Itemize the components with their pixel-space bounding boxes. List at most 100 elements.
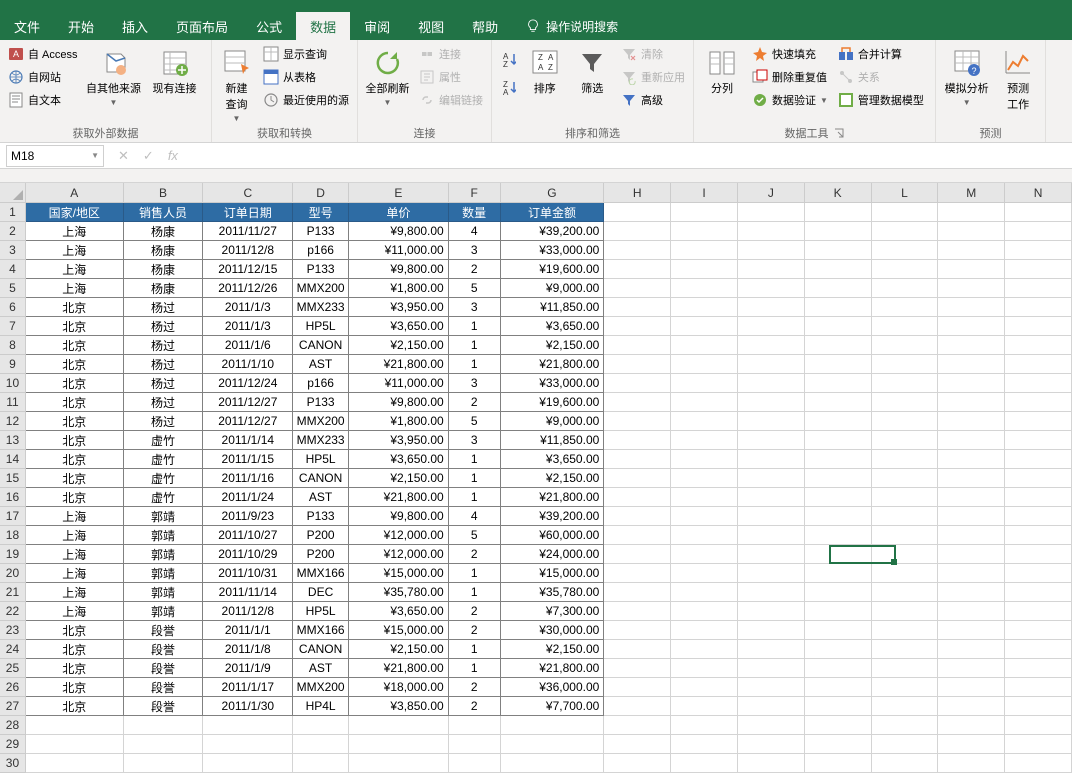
cell[interactable] (938, 260, 1005, 279)
cell[interactable]: 上海 (26, 507, 124, 526)
cell[interactable] (805, 754, 872, 773)
cell[interactable] (805, 260, 872, 279)
from-web-button[interactable]: 自网站 (6, 67, 80, 87)
cell[interactable]: 2011/10/31 (203, 564, 293, 583)
row-header[interactable]: 11 (0, 393, 26, 412)
cell[interactable] (349, 716, 449, 735)
cell[interactable] (738, 260, 805, 279)
cell[interactable]: ¥9,000.00 (501, 279, 605, 298)
cell[interactable] (604, 412, 671, 431)
cell[interactable]: 2011/1/9 (203, 659, 293, 678)
row-header[interactable]: 2 (0, 222, 26, 241)
cell[interactable] (872, 298, 939, 317)
cell[interactable] (501, 716, 605, 735)
cell[interactable] (1005, 374, 1072, 393)
tab-数据[interactable]: 数据 (296, 12, 350, 40)
column-header-I[interactable]: I (671, 183, 738, 203)
fx-icon[interactable]: fx (168, 148, 178, 163)
cell[interactable]: 3 (449, 241, 501, 260)
cell[interactable] (872, 735, 939, 754)
cell[interactable]: 上海 (26, 583, 124, 602)
cell[interactable]: 2011/1/17 (203, 678, 293, 697)
edit-links-button[interactable]: 编辑链接 (417, 90, 485, 110)
cell[interactable] (671, 374, 738, 393)
cell[interactable]: ¥21,800.00 (501, 488, 605, 507)
row-header[interactable]: 9 (0, 355, 26, 374)
cell[interactable] (872, 412, 939, 431)
cell[interactable] (604, 678, 671, 697)
cell[interactable]: 1 (449, 469, 501, 488)
cell[interactable] (1005, 602, 1072, 621)
cell[interactable]: 2011/1/8 (203, 640, 293, 659)
cell[interactable] (604, 317, 671, 336)
cell[interactable]: 北京 (26, 431, 124, 450)
cell[interactable] (671, 754, 738, 773)
cell[interactable]: 段誉 (124, 678, 204, 697)
cell[interactable] (938, 222, 1005, 241)
cell[interactable] (872, 203, 939, 222)
cell[interactable] (938, 450, 1005, 469)
cell[interactable] (805, 678, 872, 697)
cell[interactable] (671, 488, 738, 507)
cell[interactable]: 1 (449, 564, 501, 583)
row-header[interactable]: 14 (0, 450, 26, 469)
cell[interactable]: 2011/12/8 (203, 602, 293, 621)
sort-asc-button[interactable]: AZ (498, 50, 518, 70)
cell[interactable]: ¥24,000.00 (501, 545, 605, 564)
cell[interactable] (805, 621, 872, 640)
cell[interactable] (738, 279, 805, 298)
cell[interactable] (938, 526, 1005, 545)
cell[interactable]: ¥3,650.00 (349, 317, 449, 336)
column-header-M[interactable]: M (938, 183, 1005, 203)
select-all-button[interactable] (0, 183, 26, 203)
cell[interactable] (872, 241, 939, 260)
cell[interactable]: 2011/12/27 (203, 393, 293, 412)
cell[interactable] (604, 754, 671, 773)
row-header[interactable]: 1 (0, 203, 26, 222)
cell[interactable]: 段誉 (124, 697, 204, 716)
cell[interactable] (872, 659, 939, 678)
cell[interactable]: 段誉 (124, 640, 204, 659)
cell[interactable] (872, 602, 939, 621)
cell[interactable] (671, 697, 738, 716)
cell[interactable] (938, 431, 1005, 450)
flash-fill-button[interactable]: 快速填充 (750, 44, 830, 64)
cell[interactable] (1005, 355, 1072, 374)
cell[interactable] (738, 754, 805, 773)
cell[interactable] (671, 545, 738, 564)
cell[interactable] (671, 279, 738, 298)
cell[interactable] (872, 317, 939, 336)
cell[interactable]: 2011/1/1 (203, 621, 293, 640)
cell[interactable] (872, 431, 939, 450)
row-header[interactable]: 12 (0, 412, 26, 431)
cell[interactable]: ¥39,200.00 (501, 222, 605, 241)
cell[interactable]: ¥60,000.00 (501, 526, 605, 545)
cell[interactable]: 2011/1/3 (203, 317, 293, 336)
cell[interactable]: 杨过 (124, 317, 204, 336)
cell[interactable] (671, 678, 738, 697)
row-header[interactable]: 8 (0, 336, 26, 355)
cell[interactable] (738, 412, 805, 431)
column-header-F[interactable]: F (449, 183, 501, 203)
cell[interactable]: 上海 (26, 564, 124, 583)
cell[interactable] (203, 754, 293, 773)
cell[interactable]: 1 (449, 450, 501, 469)
column-header-H[interactable]: H (604, 183, 671, 203)
cell[interactable] (203, 716, 293, 735)
cell[interactable]: 2011/1/16 (203, 469, 293, 488)
cell[interactable]: 郭靖 (124, 583, 204, 602)
cell[interactable]: 上海 (26, 241, 124, 260)
cell[interactable] (1005, 583, 1072, 602)
cell[interactable]: 杨康 (124, 222, 204, 241)
cell[interactable] (124, 735, 204, 754)
row-header[interactable]: 6 (0, 298, 26, 317)
cell[interactable] (938, 336, 1005, 355)
cell[interactable]: MMX166 (293, 564, 349, 583)
cell[interactable] (1005, 640, 1072, 659)
reapply-button[interactable]: 重新应用 (619, 67, 687, 87)
cell[interactable]: ¥2,150.00 (501, 336, 605, 355)
row-header[interactable]: 28 (0, 716, 26, 735)
cell[interactable]: 2011/1/15 (203, 450, 293, 469)
cell[interactable] (738, 374, 805, 393)
cell[interactable] (1005, 431, 1072, 450)
